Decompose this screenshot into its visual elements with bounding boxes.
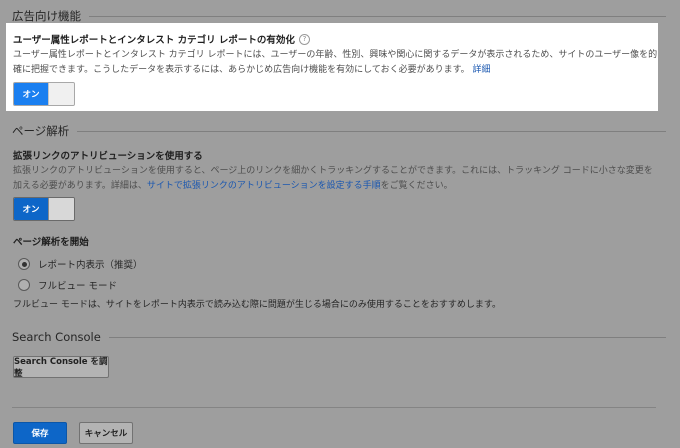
ads-features-header: 広告向け機能: [12, 8, 666, 24]
footer-divider: [12, 407, 656, 408]
search-console-header: Search Console: [12, 330, 666, 344]
enhanced-link-description: 拡張リンクのアトリビューションを使用すると、ページ上のリンクを細かくトラッキング…: [13, 166, 653, 191]
radio-in-report-label: レポート内表示（推奨）: [38, 260, 143, 271]
toggle-on-label: オン: [14, 83, 48, 105]
demographics-title: ユーザー属性レポートとインタレスト カテゴリ レポートの有効化: [13, 35, 295, 46]
demographics-description: ユーザー属性レポートとインタレスト カテゴリ レポートには、ユーザーの年齢、性別…: [13, 50, 658, 75]
page-analytics-header-text: ページ解析: [12, 124, 70, 138]
toggle-on-label: オン: [14, 198, 48, 220]
radio-button[interactable]: [18, 279, 30, 291]
search-console-header-text: Search Console: [12, 330, 101, 344]
section-divider: [108, 336, 666, 338]
save-button[interactable]: 保存: [13, 422, 67, 444]
learn-more-link[interactable]: 詳細: [473, 65, 491, 75]
enhanced-link-toggle[interactable]: オン: [13, 197, 75, 221]
section-divider: [77, 130, 666, 132]
page-analytics-start: ページ解析を開始: [13, 234, 660, 248]
cancel-button[interactable]: キャンセル: [79, 422, 133, 444]
enhanced-link-setting: 拡張リンクのアトリビューションを使用する 拡張リンクのアトリビューションを使用す…: [13, 148, 660, 194]
page-analytics-header: ページ解析: [12, 123, 666, 139]
adjust-search-console-button[interactable]: Search Console を調整: [13, 356, 109, 379]
page-analytics-start-title: ページ解析を開始: [13, 237, 89, 248]
demographics-toggle[interactable]: オン: [13, 82, 75, 106]
full-view-note-block: フルビュー モードは、サイトをレポート内表示で読み込む際に問題が生じる場合にのみ…: [13, 296, 660, 313]
ads-features-header-text: 広告向け機能: [12, 9, 81, 23]
toggle-knob: [48, 198, 74, 220]
radio-button-selected[interactable]: [18, 258, 30, 270]
radio-in-report[interactable]: レポート内表示（推奨）: [18, 257, 143, 271]
enhanced-link-title: 拡張リンクのアトリビューションを使用する: [13, 151, 203, 162]
help-icon[interactable]: ?: [298, 33, 310, 45]
full-view-note: フルビュー モードは、サイトをレポート内表示で読み込む際に問題が生じる場合にのみ…: [13, 300, 501, 310]
enhanced-link-setup-link[interactable]: サイトで拡張リンクのアトリビューションを設定する手順: [147, 181, 381, 191]
radio-full-view-label: フルビュー モード: [38, 281, 118, 292]
demographics-setting: ユーザー属性レポートとインタレスト カテゴリ レポートの有効化 ? ユーザー属性…: [13, 32, 660, 78]
radio-full-view[interactable]: フルビュー モード: [18, 278, 117, 292]
toggle-knob: [48, 83, 74, 105]
section-divider: [89, 15, 666, 17]
